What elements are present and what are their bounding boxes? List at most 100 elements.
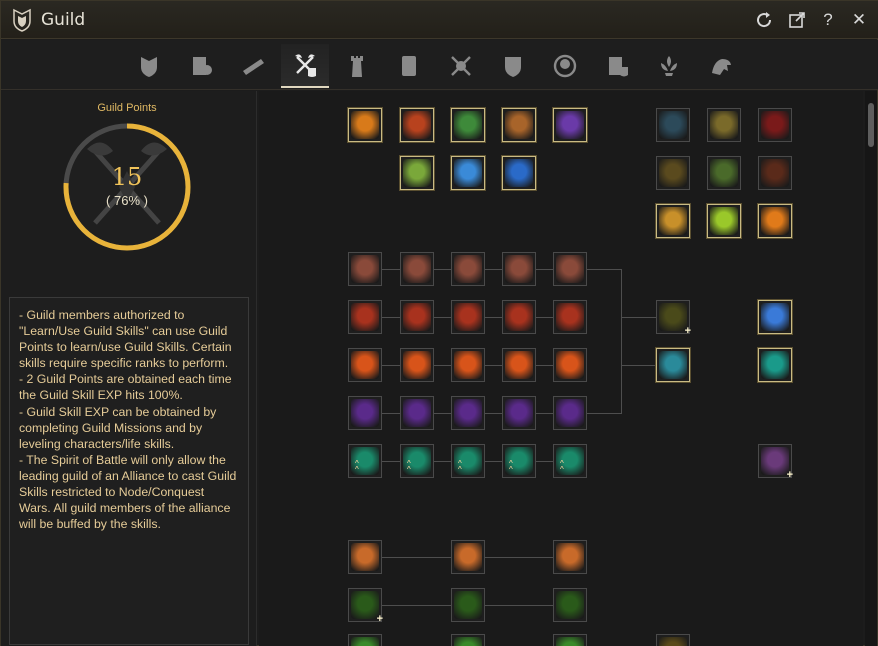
member-scroll-icon bbox=[193, 57, 212, 75]
skill-branch-teal-monster-icon bbox=[659, 351, 687, 379]
skill-fire-armor[interactable] bbox=[400, 108, 434, 142]
skill-flame-shield[interactable] bbox=[348, 108, 382, 142]
tier-row-sword-2[interactable] bbox=[400, 300, 434, 334]
tab-guild-skills[interactable] bbox=[281, 44, 329, 88]
tier-row-teal-slash-4[interactable]: ^ ^ bbox=[502, 444, 536, 478]
tier-row-sword-2-icon bbox=[403, 303, 431, 331]
tier-row-spiral-1[interactable] bbox=[348, 396, 382, 430]
guild-points-value: 15 bbox=[111, 163, 143, 191]
guild-tab-bar bbox=[1, 40, 878, 90]
skill-flame-burst[interactable] bbox=[758, 204, 792, 238]
bottom-row-green-shadow-1[interactable]: + bbox=[348, 588, 383, 625]
skill-branch-dark[interactable]: + bbox=[656, 300, 691, 337]
skill-fire-armor-icon bbox=[403, 111, 431, 139]
skill-green-warrior[interactable] bbox=[451, 108, 485, 142]
title-bar[interactable]: Guild ? ✕ bbox=[1, 1, 878, 39]
bottom-row-green-shadow-3[interactable] bbox=[553, 588, 587, 622]
bottom-row-green-leaf-2[interactable] bbox=[451, 634, 485, 646]
skill-clover[interactable] bbox=[707, 156, 741, 190]
tier-row-fire-2[interactable] bbox=[400, 348, 434, 382]
tab-guild-mount[interactable] bbox=[697, 44, 745, 88]
tier-row-helm-1[interactable] bbox=[348, 252, 382, 286]
tier-row-fire-2-icon bbox=[403, 351, 431, 379]
close-button[interactable]: ✕ bbox=[848, 9, 870, 31]
skill-purple-orb-icon bbox=[556, 111, 584, 139]
guild-skill-tree[interactable]: ^ ^ ^ ^ ^ ^ ^ ^ ^ ^ + + + bbox=[259, 91, 863, 646]
tier-row-helm-4[interactable] bbox=[502, 252, 536, 286]
skill-blue-wave[interactable] bbox=[502, 156, 536, 190]
bottom-row-torch-1[interactable] bbox=[348, 540, 382, 574]
tier-row-sword-1[interactable] bbox=[348, 300, 382, 334]
tier-row-spiral-5[interactable] bbox=[553, 396, 587, 430]
popout-icon bbox=[789, 12, 805, 28]
popout-button[interactable] bbox=[786, 9, 808, 31]
bottom-row-torch-2[interactable] bbox=[451, 540, 485, 574]
tier-row-sword-3-icon bbox=[454, 303, 482, 331]
tab-guild-contract[interactable] bbox=[385, 44, 433, 88]
tier-row-fire-5[interactable] bbox=[553, 348, 587, 382]
tier-row-fire-3-icon bbox=[454, 351, 482, 379]
tab-guild-quests[interactable] bbox=[229, 44, 277, 88]
skill-branch-teal-monster[interactable] bbox=[656, 348, 690, 382]
tab-guild-records[interactable] bbox=[593, 44, 641, 88]
bottom-row-torch-2-icon bbox=[454, 543, 482, 571]
tier-row-helm-1-icon bbox=[351, 255, 379, 283]
skill-bottom-extra[interactable] bbox=[656, 634, 690, 646]
scrollbar-thumb[interactable] bbox=[868, 103, 874, 147]
tier-row-teal-slash-3[interactable]: ^ ^ bbox=[451, 444, 485, 478]
skill-gold-crest[interactable] bbox=[707, 108, 741, 142]
skill-crossed-blades[interactable] bbox=[502, 108, 536, 142]
skill-dim-forge[interactable] bbox=[656, 156, 690, 190]
tab-guild-war[interactable] bbox=[437, 44, 485, 88]
tier-row-spiral-4[interactable] bbox=[502, 396, 536, 430]
tier-row-teal-slash-5[interactable]: ^ ^ bbox=[553, 444, 587, 478]
skill-blue-shield-slash[interactable] bbox=[758, 300, 792, 334]
bottom-row-green-shadow-3-icon bbox=[556, 591, 584, 619]
skill-green-slash-icon bbox=[403, 159, 431, 187]
skill-lime-sigil[interactable] bbox=[707, 204, 741, 238]
bottom-row-green-leaf-3[interactable] bbox=[553, 634, 587, 646]
tier-row-sword-4-icon bbox=[505, 303, 533, 331]
skill-dark-beast[interactable] bbox=[758, 156, 792, 190]
bottom-row-green-shadow-2[interactable] bbox=[451, 588, 485, 622]
tier-row-helm-5[interactable] bbox=[553, 252, 587, 286]
description-line: - The Spirit of Battle will only allow t… bbox=[19, 452, 240, 532]
skill-blue-spirit[interactable] bbox=[451, 156, 485, 190]
tab-guild-territory[interactable] bbox=[333, 44, 381, 88]
tier-row-helm-3[interactable] bbox=[451, 252, 485, 286]
tier-row-spiral-2[interactable] bbox=[400, 396, 434, 430]
skill-tree-scrollbar[interactable] bbox=[865, 91, 877, 646]
bottom-row-torch-3[interactable] bbox=[553, 540, 587, 574]
tier-row-sword-3[interactable] bbox=[451, 300, 485, 334]
tier-row-sword-5[interactable] bbox=[553, 300, 587, 334]
skill-teal-rage[interactable] bbox=[758, 348, 792, 382]
upgrade-chevron-icon: ^ ^ bbox=[560, 459, 564, 474]
refresh-button[interactable] bbox=[753, 9, 775, 31]
tab-guild-members[interactable] bbox=[177, 44, 225, 88]
skill-purple-beast[interactable]: + bbox=[758, 444, 793, 481]
tier-row-spiral-5-icon bbox=[556, 399, 584, 427]
tab-guild-banner[interactable] bbox=[645, 44, 693, 88]
skill-purple-beast-icon bbox=[761, 447, 789, 475]
skill-purple-orb[interactable] bbox=[553, 108, 587, 142]
skill-dark-helm[interactable] bbox=[656, 108, 690, 142]
tier-row-teal-slash-2[interactable]: ^ ^ bbox=[400, 444, 434, 478]
tier-row-spiral-3[interactable] bbox=[451, 396, 485, 430]
tier-row-fire-1-icon bbox=[351, 351, 379, 379]
tier-row-teal-slash-1[interactable]: ^ ^ bbox=[348, 444, 382, 478]
tab-guild-info[interactable] bbox=[125, 44, 173, 88]
tier-row-helm-2[interactable] bbox=[400, 252, 434, 286]
skill-green-slash[interactable] bbox=[400, 156, 434, 190]
tier-row-fire-4[interactable] bbox=[502, 348, 536, 382]
skill-golden-hand[interactable] bbox=[656, 204, 690, 238]
bottom-row-green-leaf-1[interactable] bbox=[348, 634, 382, 646]
skill-flame-shield-icon bbox=[351, 111, 379, 139]
tier-row-sword-4[interactable] bbox=[502, 300, 536, 334]
tab-guild-emblem[interactable] bbox=[541, 44, 589, 88]
skill-red-slash[interactable] bbox=[758, 108, 792, 142]
tab-guild-alliance[interactable] bbox=[489, 44, 537, 88]
tier-row-fire-3[interactable] bbox=[451, 348, 485, 382]
help-button[interactable]: ? bbox=[817, 9, 839, 31]
tier-row-fire-1[interactable] bbox=[348, 348, 382, 382]
skill-dark-helm-icon bbox=[659, 111, 687, 139]
